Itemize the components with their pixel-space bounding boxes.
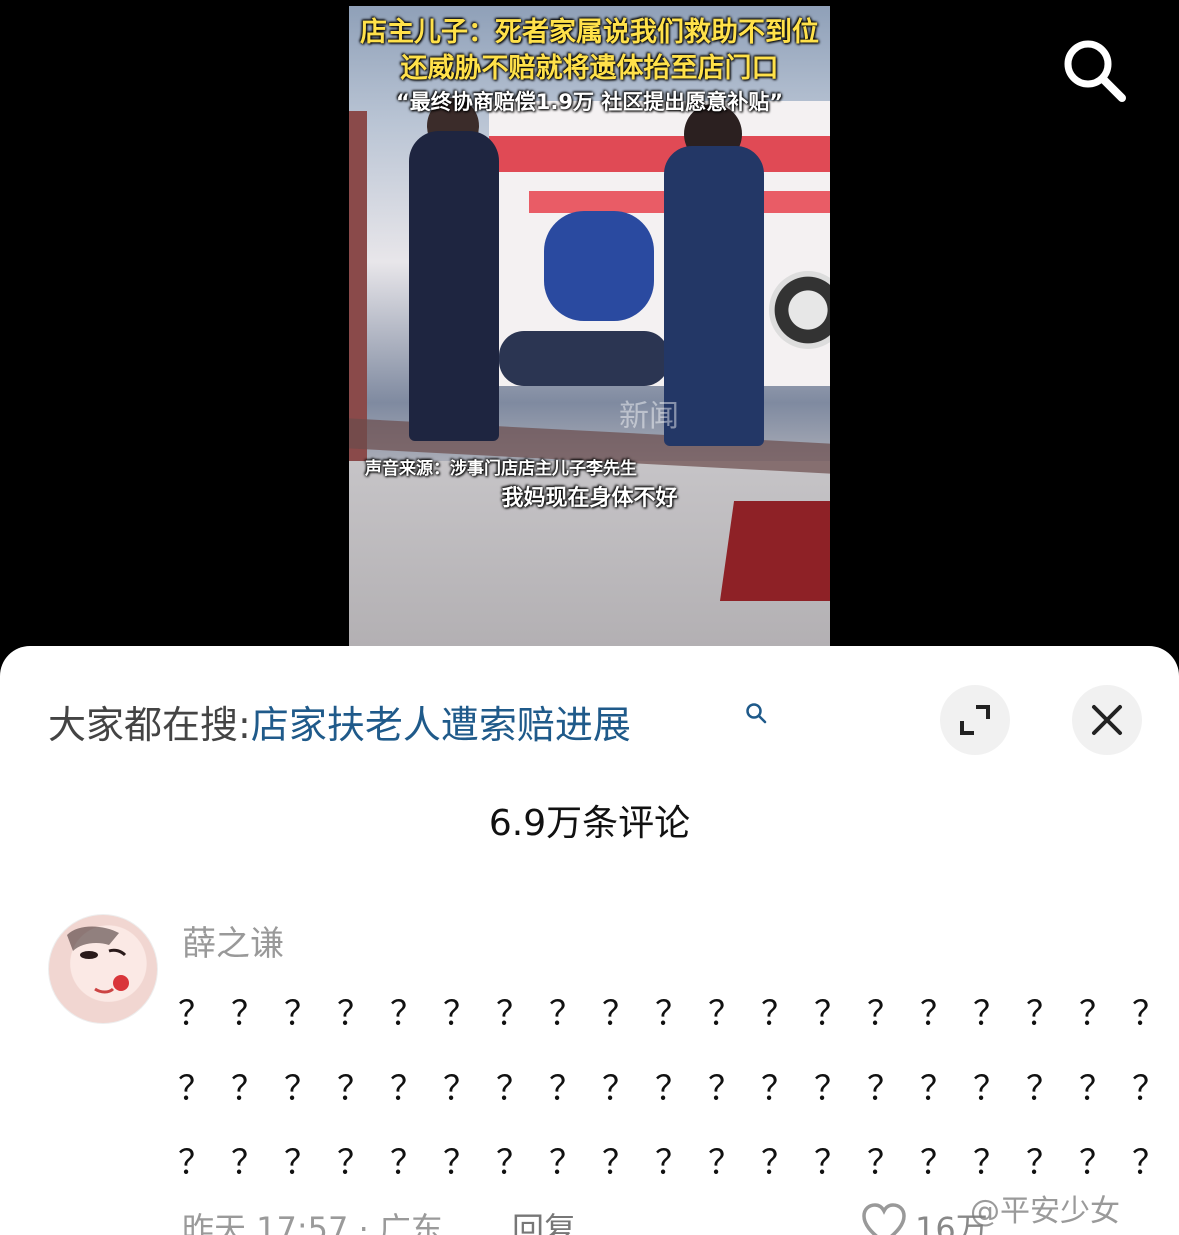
comment-username[interactable]: 薛之谦 (182, 916, 284, 965)
search-button[interactable] (1058, 36, 1130, 104)
close-icon (1092, 705, 1122, 735)
lying-person (499, 331, 669, 386)
expand-icon (960, 705, 990, 735)
comment-sheet: 大家都在搜:店家扶老人遭索赔进展 6.9万条评论 薛之谦 ？？？？？？？？？？？… (0, 646, 1179, 1235)
comment-text-line: ？？？？？？？？？？？？？？？？？？？？ (178, 1143, 1179, 1183)
door-frame (349, 111, 367, 461)
red-table (719, 501, 830, 601)
avatar[interactable] (48, 914, 158, 1024)
kneeling-medic (544, 211, 654, 321)
search-icon (1064, 40, 1126, 102)
avatar-face-icon (67, 926, 129, 994)
weibo-watermark: @平安少女 (970, 1194, 1120, 1229)
heart-icon[interactable] (860, 1202, 908, 1235)
video-caption-line3: “最终协商赔偿1.9万 社区提出愿意补贴” (395, 90, 784, 114)
search-icon (746, 703, 767, 724)
reply-button[interactable]: 回复 (512, 1204, 576, 1235)
hot-search-link[interactable]: 店家扶老人遭索赔进展 (251, 703, 631, 747)
comment-count: 6.9万条评论 (488, 803, 691, 844)
standing-person-left (409, 131, 499, 441)
close-button[interactable] (1072, 685, 1142, 755)
hot-search-bar[interactable]: 大家都在搜:店家扶老人遭索赔进展 (48, 694, 631, 749)
comment-text-line: ？？？？？？？？？？？？？？？？？？？？？ (178, 994, 1179, 1034)
comment-text-line: ？？？？？？？？？？？？？？？？？？？？？ (178, 1069, 1179, 1109)
video-player[interactable]: 新闻 店主儿子：死者家属说我们救助不到位 还威胁不赔就将遗体抬至店门口 “最终协… (349, 6, 830, 646)
hot-search-label: 大家都在搜: (48, 703, 251, 747)
video-caption-line1: 店主儿子：死者家属说我们救助不到位 (360, 17, 819, 48)
audio-source-label: 声音来源：涉事门店店主儿子李先生 (365, 459, 637, 479)
standing-person-right (664, 146, 764, 446)
video-caption-line2: 还威胁不赔就将遗体抬至店门口 (400, 53, 779, 84)
news-watermark: 新闻 (619, 399, 679, 434)
expand-button[interactable] (940, 685, 1010, 755)
comment-time-location: 昨天 17:57 · 广东 (182, 1210, 443, 1235)
video-subtitle: 我妈现在身体不好 (501, 486, 678, 511)
